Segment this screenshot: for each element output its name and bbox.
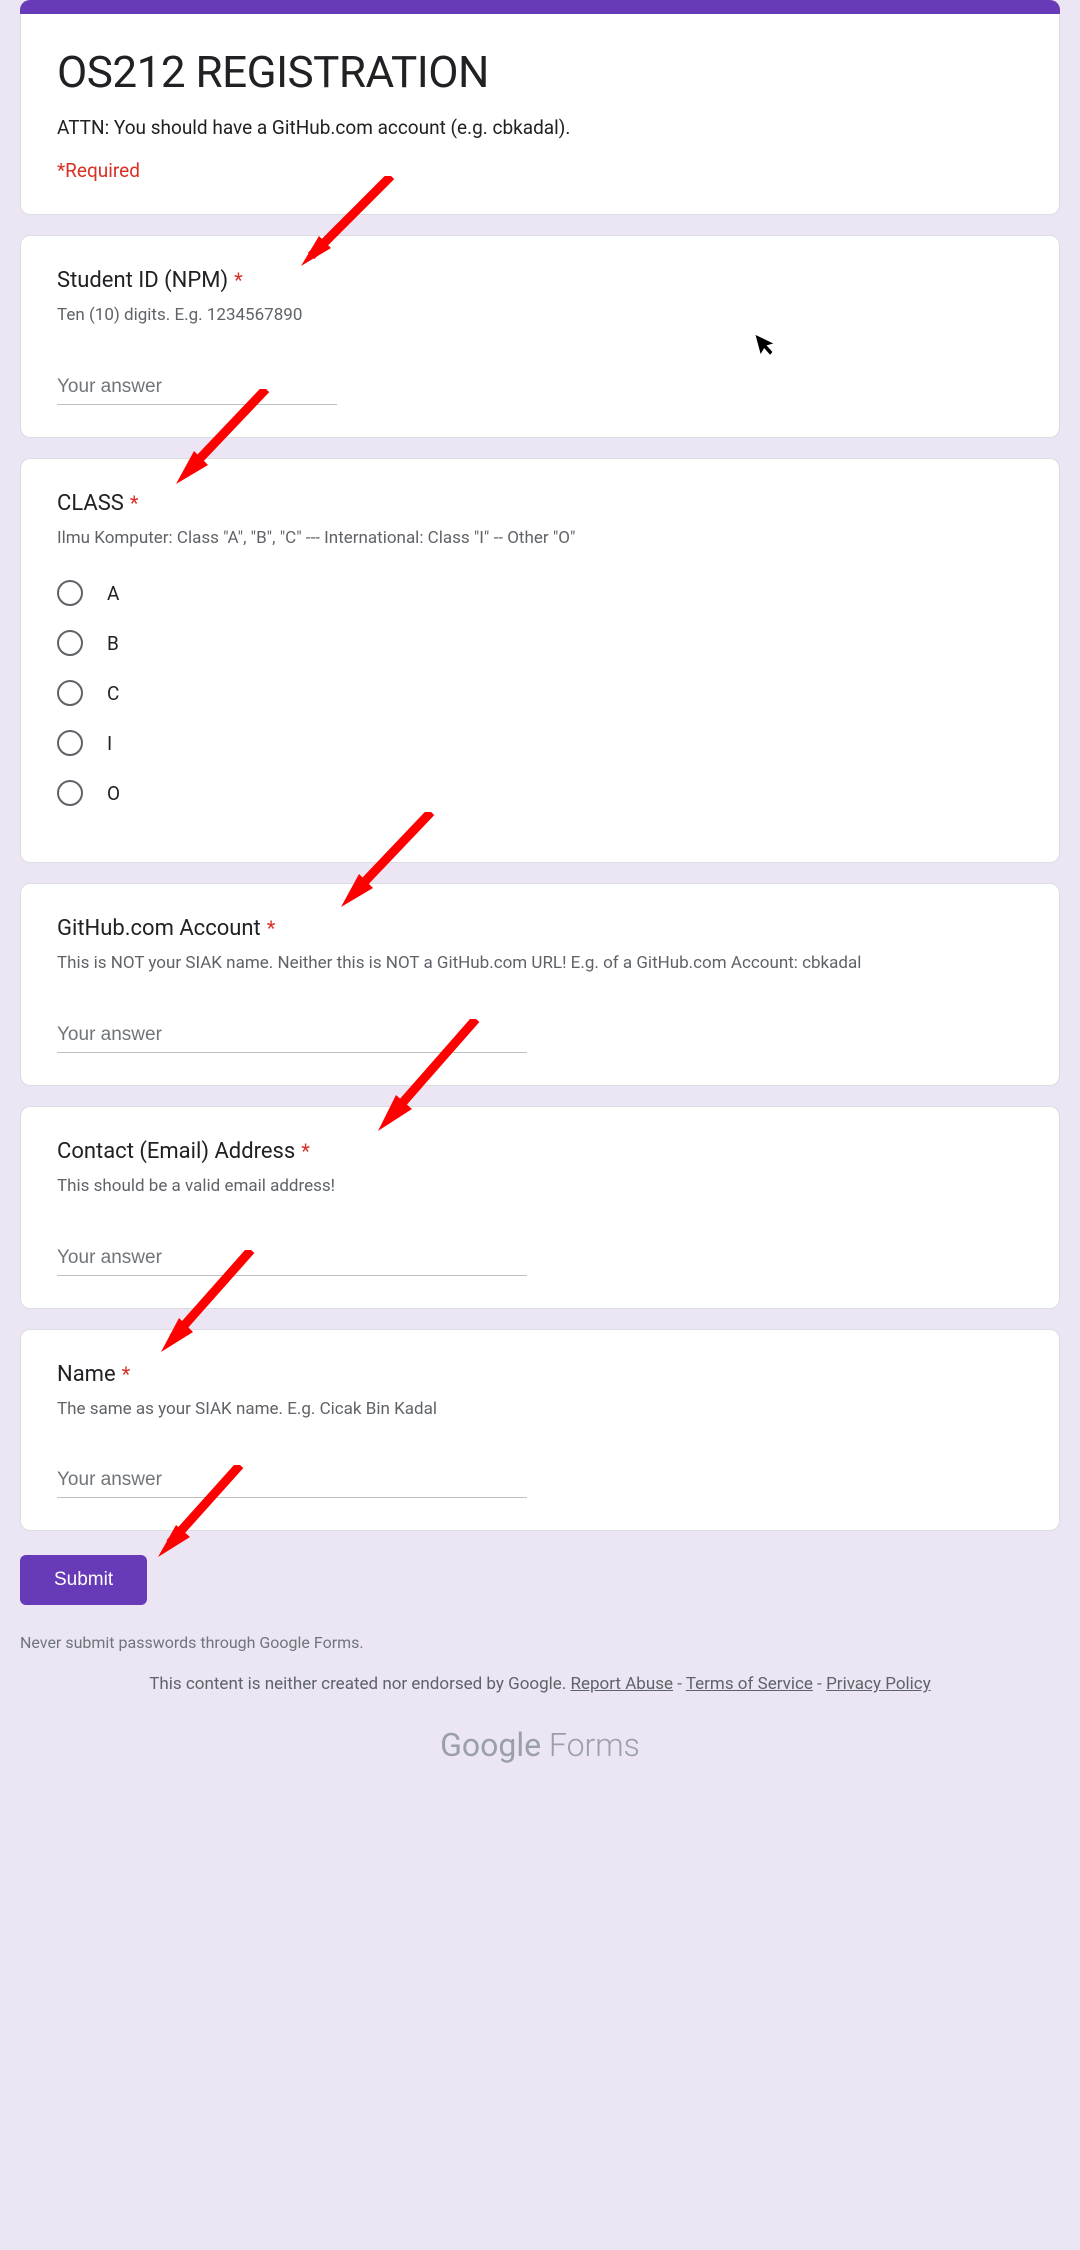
- logo-google-text: Google: [440, 1726, 541, 1764]
- required-indicator: *Required: [57, 159, 1023, 182]
- radio-option-i[interactable]: I: [57, 730, 1023, 756]
- question-description: This should be a valid email address!: [57, 1174, 1023, 1199]
- question-description: The same as your SIAK name. E.g. Cicak B…: [57, 1397, 1023, 1422]
- required-asterisk: *: [301, 1139, 310, 1163]
- form-header-card: OS212 REGISTRATION ATTN: You should have…: [20, 14, 1060, 215]
- radio-option-c[interactable]: C: [57, 680, 1023, 706]
- question-name-card: Name * The same as your SIAK name. E.g. …: [20, 1329, 1060, 1532]
- form-description: ATTN: You should have a GitHub.com accou…: [57, 116, 1023, 139]
- radio-label: C: [107, 682, 119, 705]
- required-asterisk: *: [234, 268, 243, 292]
- question-email: Contact (Email) Address * This should be…: [20, 1106, 1060, 1309]
- required-asterisk: *: [267, 916, 276, 940]
- terms-link[interactable]: Terms of Service: [686, 1674, 813, 1694]
- email-input[interactable]: [57, 1239, 527, 1276]
- radio-icon: [57, 780, 83, 806]
- form-title: OS212 REGISTRATION: [57, 46, 1023, 98]
- privacy-link[interactable]: Privacy Policy: [826, 1674, 931, 1694]
- legal-footer: This content is neither created nor endo…: [20, 1674, 1060, 1694]
- legal-separator: -: [673, 1674, 686, 1694]
- radio-icon: [57, 580, 83, 606]
- required-asterisk: *: [122, 1362, 131, 1386]
- question-title: Student ID (NPM): [57, 268, 228, 293]
- logo-forms-text: Forms: [541, 1726, 640, 1764]
- class-radio-group: A B C I O: [57, 580, 1023, 806]
- google-forms-logo[interactable]: Google Forms: [20, 1726, 1060, 1764]
- radio-label: B: [107, 632, 119, 655]
- question-github: GitHub.com Account * This is NOT your SI…: [20, 883, 1060, 1086]
- student-id-input[interactable]: [57, 368, 337, 405]
- question-title: Name: [57, 1362, 116, 1387]
- radio-icon: [57, 730, 83, 756]
- question-title: CLASS: [57, 491, 124, 516]
- radio-label: I: [107, 732, 112, 755]
- cursor-icon: [755, 330, 780, 364]
- legal-prefix: This content is neither created nor endo…: [149, 1674, 570, 1694]
- question-description: This is NOT your SIAK name. Neither this…: [57, 951, 1023, 976]
- question-description: Ilmu Komputer: Class "A", "B", "C" --- I…: [57, 526, 1023, 551]
- radio-option-o[interactable]: O: [57, 780, 1023, 806]
- radio-option-b[interactable]: B: [57, 630, 1023, 656]
- report-abuse-link[interactable]: Report Abuse: [571, 1674, 673, 1694]
- radio-label: O: [107, 782, 120, 805]
- legal-separator: -: [813, 1674, 826, 1694]
- question-title: Contact (Email) Address: [57, 1139, 295, 1164]
- radio-icon: [57, 680, 83, 706]
- form-accent-bar: [20, 0, 1060, 14]
- name-input[interactable]: [57, 1461, 527, 1498]
- question-description: Ten (10) digits. E.g. 1234567890: [57, 303, 1023, 328]
- question-student-id: Student ID (NPM) * Ten (10) digits. E.g.…: [20, 235, 1060, 438]
- question-title: GitHub.com Account: [57, 916, 261, 941]
- password-disclaimer: Never submit passwords through Google Fo…: [20, 1633, 1060, 1652]
- radio-option-a[interactable]: A: [57, 580, 1023, 606]
- submit-button[interactable]: Submit: [20, 1555, 147, 1605]
- radio-icon: [57, 630, 83, 656]
- radio-label: A: [107, 582, 119, 605]
- question-class: CLASS * Ilmu Komputer: Class "A", "B", "…: [20, 458, 1060, 864]
- github-account-input[interactable]: [57, 1016, 527, 1053]
- required-asterisk: *: [130, 491, 139, 515]
